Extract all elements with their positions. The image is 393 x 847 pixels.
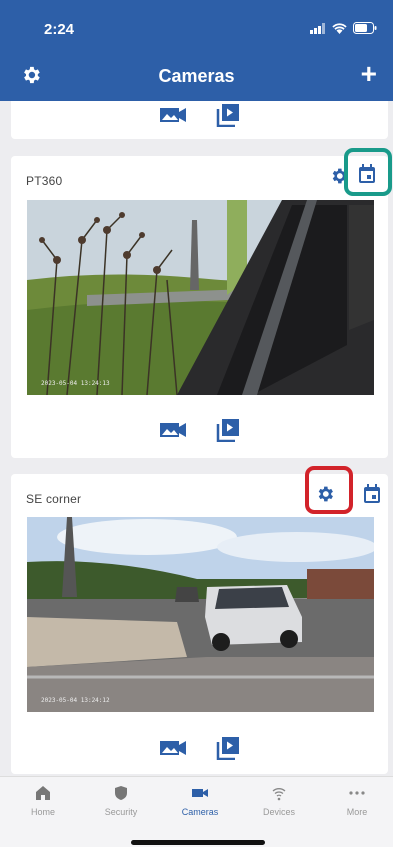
camera-actions <box>11 736 388 760</box>
status-icons <box>310 22 377 34</box>
calendar-icon[interactable] <box>358 164 376 184</box>
more-icon <box>349 791 365 795</box>
camera-name: SE corner <box>26 492 82 506</box>
video-timestamp: 2023-05-04 13:24:12 <box>41 697 110 704</box>
camera-actions <box>11 103 388 127</box>
home-indicator <box>131 840 265 845</box>
camera-card-previous <box>11 101 388 139</box>
playback-icon[interactable] <box>216 736 240 760</box>
tab-label: Devices <box>262 807 295 817</box>
page-title: Cameras <box>158 66 235 86</box>
tab-label: Security <box>104 807 138 817</box>
tab-bar: Home Security Cameras Devices More <box>0 776 393 847</box>
playback-icon[interactable] <box>216 418 240 442</box>
playback-icon[interactable] <box>216 103 240 127</box>
video-camera-icon <box>192 789 208 797</box>
tab-cameras[interactable]: Cameras <box>165 785 235 817</box>
home-icon <box>36 786 50 800</box>
battery-icon <box>353 22 377 34</box>
tab-label: Cameras <box>181 807 219 817</box>
camera-card: SE corner 2023-05-04 13:24:12 <box>11 466 388 774</box>
add-camera-button[interactable]: + <box>361 60 377 88</box>
tab-label: More <box>346 807 368 817</box>
camera-card: PT360 2023-05-04 13:24:13 <box>11 148 392 458</box>
camera-actions <box>11 418 388 442</box>
video-clips-icon[interactable] <box>159 106 186 124</box>
wifi-status-icon <box>332 22 347 34</box>
shield-icon <box>115 786 127 800</box>
camera-settings-gear-icon[interactable] <box>315 484 335 504</box>
tab-label: Home <box>30 807 55 817</box>
camera-snapshot <box>27 200 374 395</box>
tab-more[interactable]: More <box>322 785 392 817</box>
status-time: 2:24 <box>44 21 75 38</box>
camera-name: PT360 <box>26 174 63 188</box>
video-clips-icon[interactable] <box>159 739 186 757</box>
tab-devices[interactable]: Devices <box>244 785 314 817</box>
wifi-icon <box>272 788 286 801</box>
video-timestamp: 2023-05-04 13:24:13 <box>41 380 110 387</box>
tab-home[interactable]: Home <box>8 785 78 817</box>
video-clips-icon[interactable] <box>159 421 186 439</box>
camera-feed[interactable]: 2023-05-04 13:24:13 <box>27 200 374 395</box>
tab-security[interactable]: Security <box>86 785 156 817</box>
camera-feed[interactable]: 2023-05-04 13:24:12 <box>27 517 374 712</box>
camera-snapshot <box>27 517 374 712</box>
signal-icon <box>310 22 325 34</box>
calendar-icon[interactable] <box>363 484 381 504</box>
app-header: 2:24 Cameras + <box>0 0 393 101</box>
